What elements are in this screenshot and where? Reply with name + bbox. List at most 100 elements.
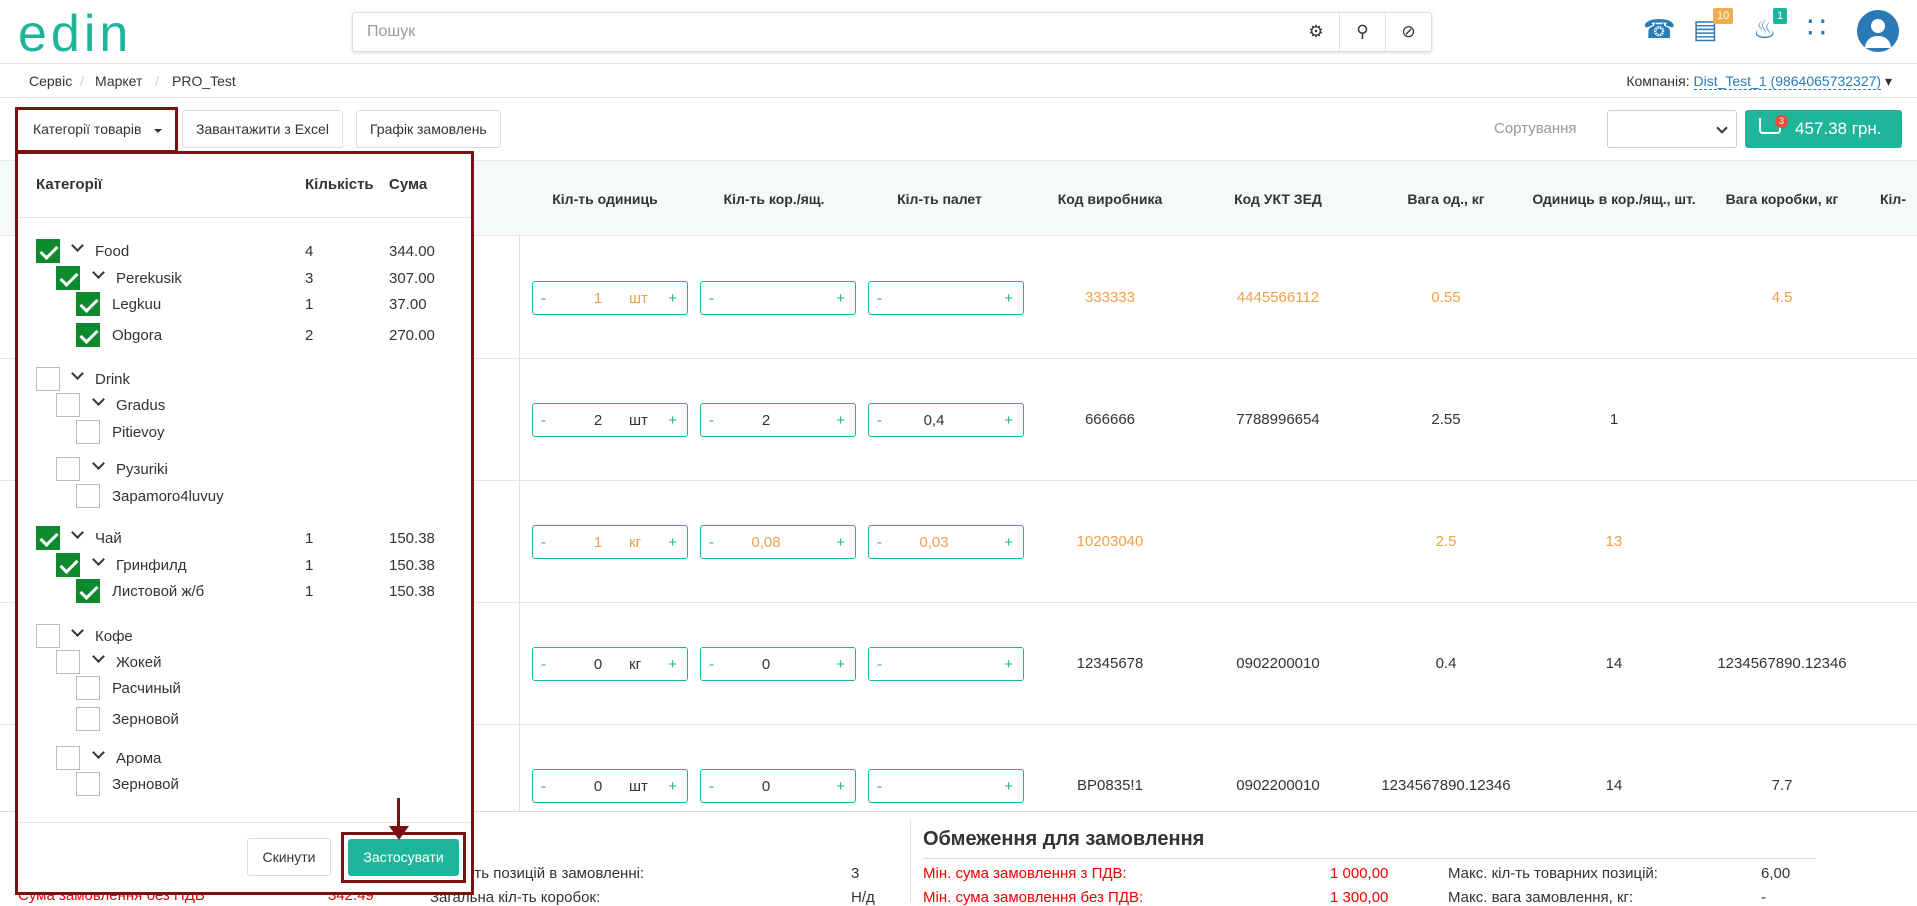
boxes-total-value: Н/д [851, 889, 875, 906]
boxes-stepper[interactable]: -0 + [700, 769, 856, 803]
category-label: Зерновой [112, 711, 179, 728]
category-label: Гринфилд [116, 557, 187, 574]
checkbox-drink[interactable] [36, 367, 60, 391]
notif-badge: 1 [1773, 8, 1788, 24]
company-selector[interactable]: Компанія: Dist_Test_1 (9864065732327) ▾ [1626, 73, 1892, 90]
company-label: Компанія: [1626, 73, 1690, 89]
checkbox-food[interactable] [36, 239, 60, 263]
head-quantity: Кількість [305, 176, 374, 193]
boxes-stepper[interactable]: - + [700, 281, 856, 315]
news-icon[interactable]: ▤ 10 [1693, 8, 1734, 44]
search-icon[interactable]: ⚲ [1339, 13, 1385, 51]
units-stepper[interactable]: -0 шт + [532, 769, 688, 803]
checkbox-aroma-grain[interactable] [76, 772, 100, 796]
reset-button[interactable]: Скинути [247, 838, 331, 876]
chevron-down-icon[interactable] [92, 393, 105, 406]
boxes-stepper[interactable]: -0,08 + [700, 525, 856, 559]
checkbox-tea[interactable] [36, 526, 60, 550]
pallets-stepper[interactable]: - + [868, 769, 1024, 803]
news-badge: 10 [1713, 8, 1734, 24]
units-stepper[interactable]: -1 кг + [532, 525, 688, 559]
cart-amount: 457.38 грн. [1795, 119, 1882, 138]
checkbox-grain[interactable] [76, 707, 100, 731]
chevron-down-icon[interactable] [92, 457, 105, 470]
min-novat-label: Мін. сума замовлення без ПДВ: [923, 889, 1144, 906]
user-avatar-icon[interactable] [1857, 10, 1899, 52]
chevron-down-icon[interactable] [71, 239, 84, 252]
crumb-current: PRO_Test [172, 73, 236, 89]
clear-icon[interactable]: ⊘ [1385, 13, 1431, 51]
checkbox-legkuu[interactable] [76, 292, 100, 316]
checkbox-coffee[interactable] [36, 624, 60, 648]
checkbox-zapamoro[interactable] [76, 484, 100, 508]
units-stepper[interactable]: -1 шт + [532, 281, 688, 315]
phone-icon[interactable]: ☎ [1643, 14, 1675, 44]
category-sum: 344.00 [389, 243, 435, 260]
summary-divider [910, 820, 911, 902]
checkbox-gradus[interactable] [56, 393, 80, 417]
category-label: Obgora [112, 327, 163, 344]
apps-grid-icon[interactable]: ∷ [1807, 14, 1826, 44]
units-stepper[interactable]: -0 кг + [532, 647, 688, 681]
categories-header: Категорії Кількість Сума [18, 154, 471, 218]
chevron-down-icon[interactable] [71, 367, 84, 380]
crumb-separator: / [155, 73, 159, 89]
category-sum: 150.38 [389, 557, 435, 574]
unit-weight: 0.55 [1431, 289, 1461, 306]
maker-code: 12345678 [1076, 655, 1144, 672]
pallets-stepper[interactable]: - + [868, 647, 1024, 681]
box-weight: 1234567890.12346 [1717, 655, 1847, 672]
per-box: 14 [1605, 655, 1623, 672]
crumb-service[interactable]: Сервіс [29, 73, 72, 89]
boxes-stepper[interactable]: -0 + [700, 647, 856, 681]
category-label: Кофе [95, 628, 133, 645]
limits-title: Обмеження для замовлення [923, 828, 1205, 850]
category-sum: 270.00 [389, 327, 435, 344]
min-novat-value: 1 300,00 [1330, 889, 1389, 906]
checkbox-perekusik[interactable] [56, 266, 80, 290]
chevron-down-icon[interactable] [92, 746, 105, 759]
checkbox-pitievoy[interactable] [76, 420, 100, 444]
chevron-down-icon[interactable] [92, 266, 105, 279]
per-box: 1 [1609, 411, 1619, 428]
chevron-down-icon[interactable] [71, 624, 84, 637]
crumb-market[interactable]: Маркет [95, 73, 142, 89]
search-bar[interactable]: Пошук ⚙ ⚲ ⊘ [352, 12, 1432, 52]
category-qty: 1 [305, 530, 314, 547]
categories-button[interactable]: Категорії товарів [21, 111, 172, 149]
pallets-stepper[interactable]: -0,03 + [868, 525, 1024, 559]
checkbox-leaf-tea[interactable] [76, 579, 100, 603]
pallets-stepper[interactable]: -0,4 + [868, 403, 1024, 437]
checkbox-jockey[interactable] [56, 650, 80, 674]
filter-icon[interactable]: ⚙ [1293, 13, 1339, 51]
checkbox-greenfield[interactable] [56, 553, 80, 577]
ukt-code: 7788996654 [1236, 411, 1320, 428]
min-vat-value: 1 000,00 [1330, 865, 1389, 882]
checkbox-pyzuriki[interactable] [56, 457, 80, 481]
callout-arrow-shaft [397, 798, 400, 828]
positions-value: 3 [851, 865, 860, 882]
checkbox-aroma[interactable] [56, 746, 80, 770]
bell-icon[interactable]: ♨ 1 [1753, 8, 1788, 44]
pallets-stepper[interactable]: - + [868, 281, 1024, 315]
chevron-down-icon[interactable] [92, 650, 105, 663]
units-stepper[interactable]: -2 шт + [532, 403, 688, 437]
upload-excel-button[interactable]: Завантажити з Excel [182, 110, 343, 148]
checkbox-obgora[interactable] [76, 323, 100, 347]
head-categories: Категорії [36, 176, 103, 193]
category-label: Расчиный [112, 680, 181, 697]
edin-logo[interactable]: edin [18, 8, 132, 60]
col-boxes: Кіл-ть кор./ящ. [723, 190, 825, 207]
checkbox-instant[interactable] [76, 676, 100, 700]
category-label: Жокей [116, 654, 162, 671]
company-link[interactable]: Dist_Test_1 (9864065732327) [1693, 73, 1882, 90]
order-schedule-button[interactable]: Графік замовлень [356, 110, 501, 148]
sort-select[interactable] [1607, 110, 1737, 148]
chevron-down-icon[interactable] [92, 553, 105, 566]
sort-label: Сортування [1494, 120, 1577, 137]
boxes-stepper[interactable]: -2 + [700, 403, 856, 437]
apply-button[interactable]: Застосувати [348, 839, 459, 876]
search-input[interactable]: Пошук [367, 23, 415, 41]
chevron-down-icon[interactable] [71, 526, 84, 539]
cart-button[interactable]: 3 457.38 грн. [1745, 110, 1902, 148]
